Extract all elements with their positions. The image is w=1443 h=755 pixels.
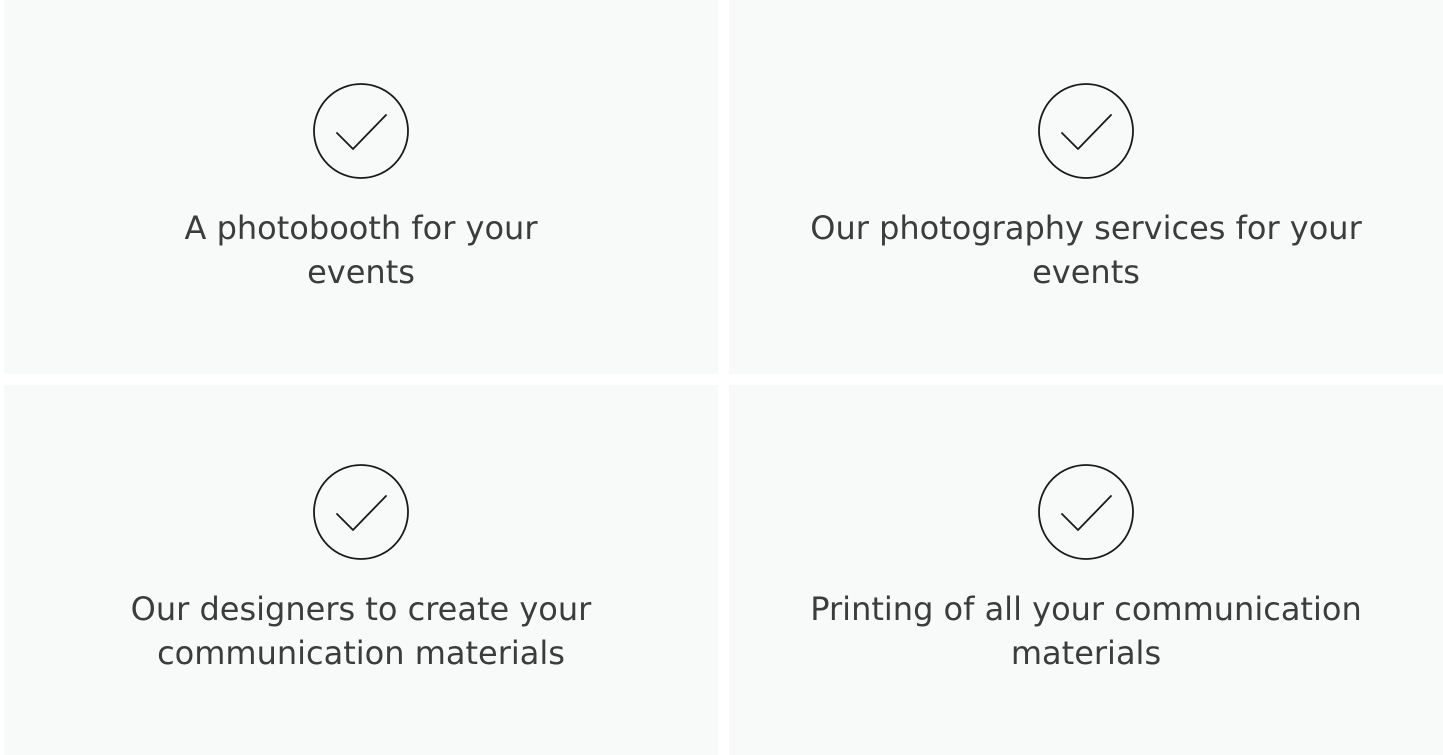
feature-card-designers: Our designers to create your communicati… [4,385,718,755]
check-circle-icon [1038,464,1134,560]
feature-title: Our designers to create your communicati… [130,590,592,672]
feature-title: A photobooth for your events [184,209,538,291]
feature-title: Our photography services for your events [810,209,1362,291]
feature-card-photography: Our photography services for your events [729,0,1443,374]
feature-title: Printing of all your communication mater… [810,590,1362,672]
feature-card-photobooth: A photobooth for your events [4,0,718,374]
check-circle-icon [313,464,409,560]
feature-card-printing: Printing of all your communication mater… [729,385,1443,755]
check-circle-icon [313,83,409,179]
check-circle-icon [1038,83,1134,179]
features-grid: A photobooth for your events Our photogr… [0,0,1443,755]
